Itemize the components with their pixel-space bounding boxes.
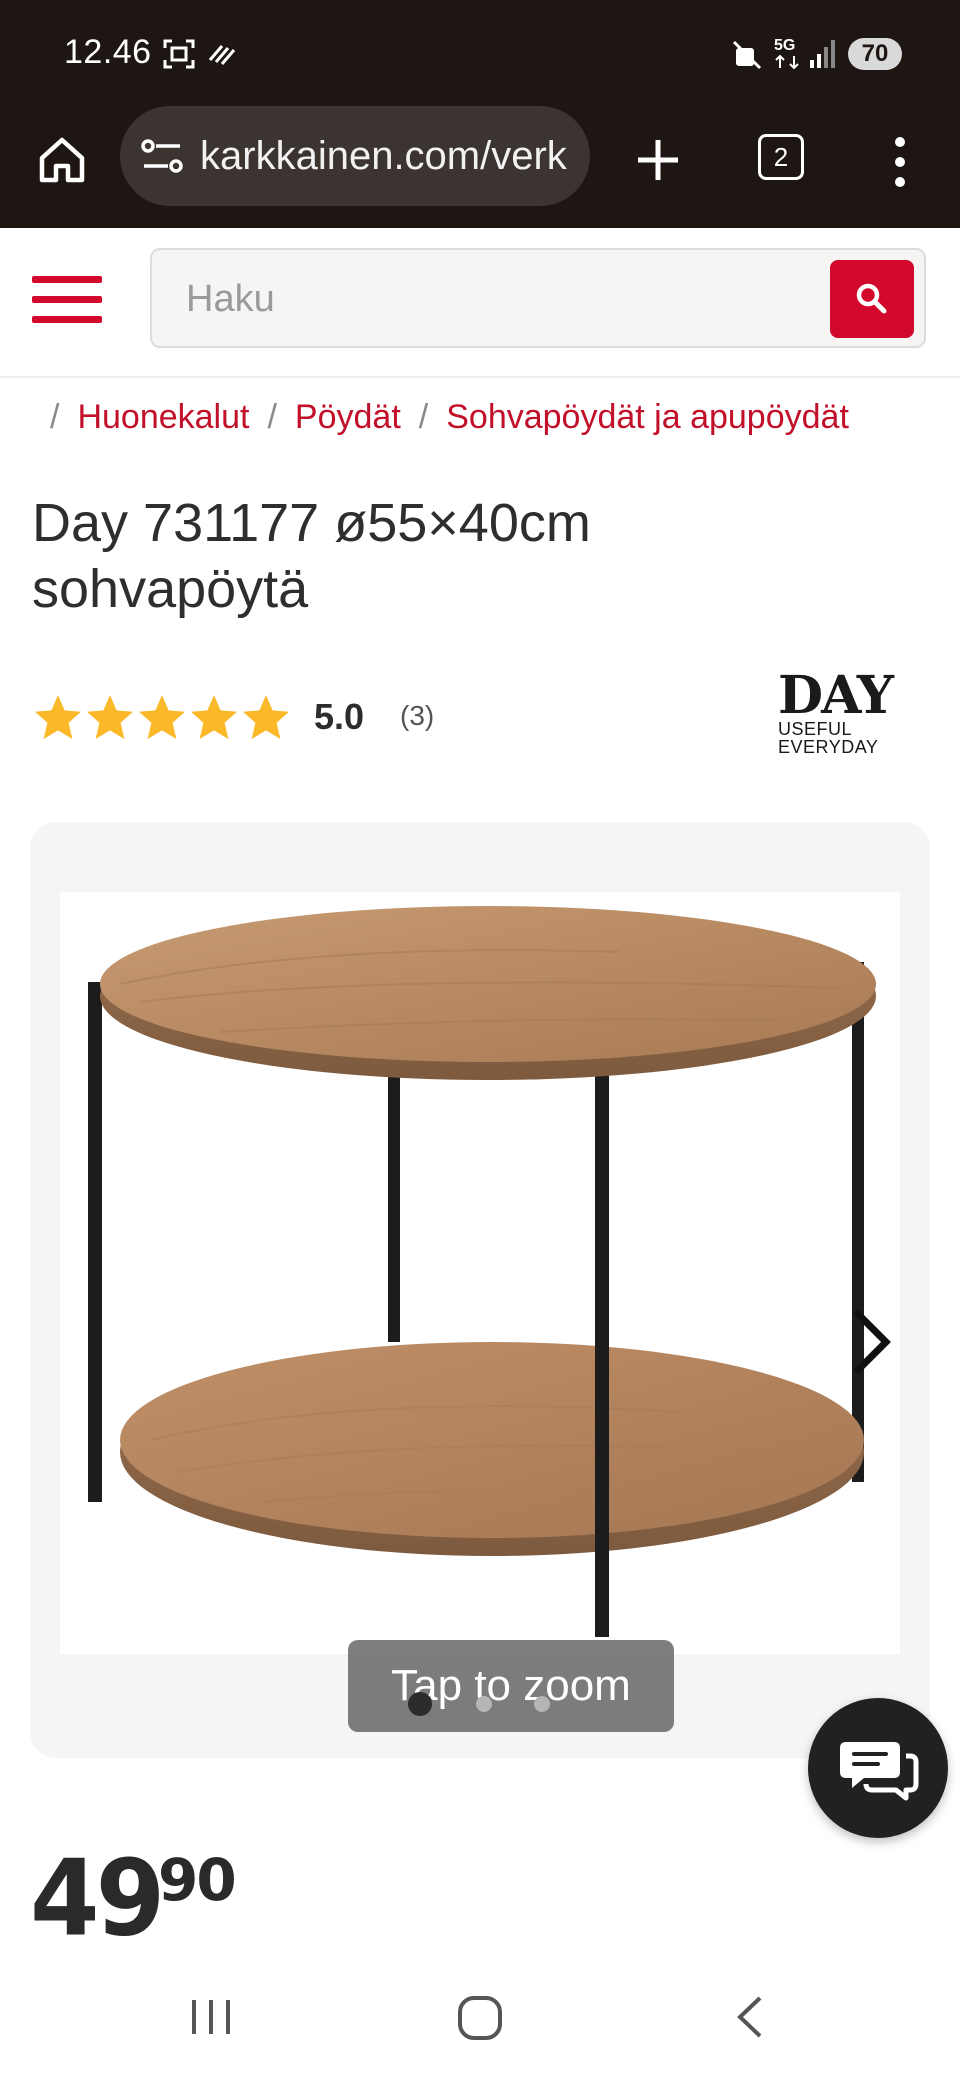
chat-button[interactable]	[808, 1698, 948, 1838]
nfc-icon	[208, 45, 236, 65]
site-settings-icon[interactable]	[140, 136, 186, 176]
more-menu-icon[interactable]	[882, 132, 918, 192]
star-icon	[243, 695, 289, 739]
product-image[interactable]: Tap to zoom	[60, 892, 900, 1732]
next-image-arrow-icon[interactable]	[840, 1302, 900, 1382]
brand-name: DAY	[778, 665, 894, 726]
brand-tagline-line1: USEFUL	[778, 719, 853, 739]
browser-toolbar: karkkainen.com/verk 2	[0, 104, 960, 228]
breadcrumb-separator: /	[418, 398, 429, 436]
search-input[interactable]	[184, 274, 788, 324]
breadcrumb: / Huonekalut / Pöydät / Sohvapöydät ja apupöy…	[50, 398, 849, 437]
price-euros: 49	[30, 1837, 165, 1960]
product-title: Day 731177 ø55×40cm sohvapöytä	[32, 490, 792, 622]
hamburger-menu-icon[interactable]	[32, 276, 102, 326]
recent-apps-icon[interactable]	[188, 1994, 234, 2040]
tabs-icon[interactable]: 2	[758, 134, 804, 180]
gallery-dot-1[interactable]	[408, 1692, 432, 1716]
product-gallery: Tap to zoom	[30, 822, 930, 1758]
svg-text:5G: 5G	[774, 37, 795, 54]
breadcrumb-separator: /	[50, 398, 60, 436]
chat-bubbles-icon	[840, 1742, 919, 1801]
product-title-line1: Day 731177 ø55×40cm	[32, 493, 591, 553]
coffee-table-image	[88, 906, 876, 1637]
gallery-dot-2[interactable]	[476, 1696, 492, 1712]
home-nav-icon[interactable]	[456, 1994, 504, 2042]
tap-to-zoom-button[interactable]: Tap to zoom	[348, 1640, 674, 1732]
breadcrumb-item-poydat[interactable]: Pöydät	[295, 398, 401, 436]
price-cents: 90	[158, 1846, 237, 1914]
url-text: karkkainen.com/verk	[200, 134, 567, 178]
back-icon[interactable]	[730, 1994, 770, 2040]
status-bar: 12.46 5G 70	[0, 0, 960, 104]
rating-stars[interactable]	[32, 692, 292, 744]
search-icon	[856, 283, 887, 314]
search-box	[150, 248, 926, 348]
star-icon	[191, 695, 237, 739]
system-navigation-bar	[0, 1960, 960, 2080]
signal-icon	[810, 40, 835, 68]
review-count[interactable]: (3)	[400, 700, 434, 732]
home-icon[interactable]	[34, 132, 90, 188]
star-icon	[139, 695, 185, 739]
status-time: 12.46	[64, 33, 152, 71]
rating-value: 5.0	[314, 696, 365, 737]
network-5g-icon: 5G	[774, 37, 799, 70]
product-title-line2: sohvapöytä	[32, 559, 309, 619]
gallery-dot-3[interactable]	[534, 1696, 550, 1712]
brand-tagline-line2: EVERYDAY	[778, 737, 879, 757]
brand-logo[interactable]: DAY USEFUL EVERYDAY	[778, 665, 914, 758]
new-tab-icon[interactable]	[630, 132, 686, 188]
breadcrumb-item-sohvapoydat[interactable]: Sohvapöydät ja apupöydät	[446, 398, 849, 436]
breadcrumb-item-huonekalut[interactable]: Huonekalut	[77, 398, 249, 436]
breadcrumb-separator: /	[267, 398, 277, 436]
site-header	[0, 228, 960, 378]
search-button[interactable]	[830, 260, 914, 338]
url-bar[interactable]: karkkainen.com/verk	[120, 106, 590, 206]
battery-icon: 70	[848, 38, 902, 70]
star-icon	[35, 695, 81, 739]
screenshot-icon	[163, 39, 195, 69]
mute-icon	[732, 40, 762, 70]
star-icon	[87, 695, 133, 739]
